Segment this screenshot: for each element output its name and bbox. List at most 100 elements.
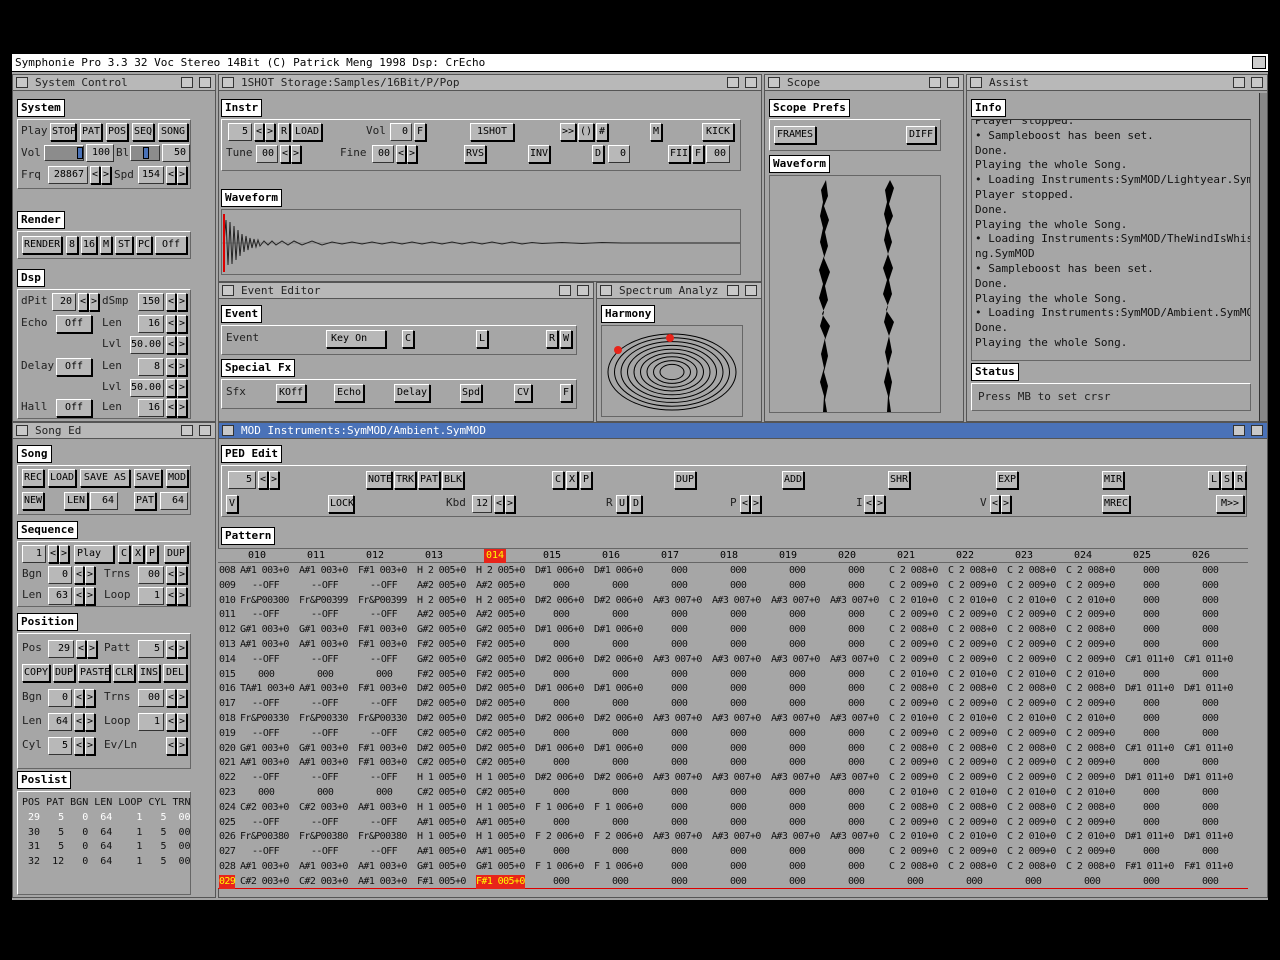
pattern-cell[interactable]: 000 xyxy=(671,608,688,623)
pattern-cell[interactable]: C#2 003+0 xyxy=(240,875,289,889)
pattern-cell[interactable]: 000 xyxy=(1202,594,1219,609)
depth-icon[interactable] xyxy=(745,77,757,88)
koff-button[interactable]: KOff xyxy=(276,384,306,402)
pattern-cell[interactable]: 000 xyxy=(730,564,747,579)
spd-left-arrow[interactable]: < xyxy=(166,166,176,184)
pos-loop-value[interactable]: 1 xyxy=(138,713,164,731)
pattern-cell[interactable]: 000 xyxy=(553,697,570,712)
pattern-cell[interactable]: 000 xyxy=(789,786,806,801)
zoom-icon[interactable] xyxy=(1233,77,1245,88)
pattern-cell[interactable]: G#1 005+0 xyxy=(417,860,466,875)
ped-l-button[interactable]: L xyxy=(1208,471,1220,489)
close-icon[interactable] xyxy=(16,77,28,88)
pattern-cell[interactable]: D#2 006+0 xyxy=(535,653,584,668)
track-header[interactable]: 020 xyxy=(838,549,856,563)
hall-len-left[interactable]: < xyxy=(166,399,176,417)
cyl-right-arrow[interactable]: > xyxy=(85,737,95,755)
pattern-cell[interactable]: A#1 003+0 xyxy=(358,875,407,889)
pattern-cell[interactable]: Fr&P00380 xyxy=(299,830,348,845)
pattern-cell[interactable]: D#1 006+0 xyxy=(594,742,643,757)
pattern-cell[interactable]: F#1 005+0 xyxy=(417,875,466,889)
pattern-cell[interactable]: F#2 005+0 xyxy=(476,668,525,683)
window-title[interactable]: 1SHOT Storage:Samples/16Bit/P/Pop xyxy=(219,75,761,91)
pattern-cell[interactable]: A#1 003+0 xyxy=(299,860,348,875)
instr-left-arrow[interactable]: < xyxy=(254,123,264,141)
pattern-cell[interactable]: F 1 006+0 xyxy=(535,860,584,875)
pattern-cell[interactable]: Fr&P00330 xyxy=(358,712,407,727)
render-button[interactable]: RENDER xyxy=(22,236,62,254)
pattern-cell[interactable]: C 2 010+0 xyxy=(1066,668,1115,683)
seq-number[interactable]: 1 xyxy=(22,545,46,563)
pattern-cell[interactable]: C 2 009+0 xyxy=(1066,697,1115,712)
pattern-cell[interactable]: C 2 008+0 xyxy=(948,623,997,638)
pattern-cell[interactable]: D#2 006+0 xyxy=(535,712,584,727)
pattern-cell[interactable]: 000 xyxy=(848,668,865,683)
pattern-cell[interactable]: --OFF xyxy=(370,816,398,831)
pattern-cell[interactable]: C 2 009+0 xyxy=(889,816,938,831)
pattern-row[interactable]: 017 --OFF --OFF --OFF D#2 005+0 D#2 005+0 000 0… xyxy=(218,697,1248,712)
pattern-cell[interactable]: C 2 009+0 xyxy=(1007,638,1056,653)
echo-lvl-value[interactable]: 50.00 xyxy=(130,336,164,354)
close-icon[interactable] xyxy=(16,425,28,436)
pattern-cell[interactable]: C#1 011+0 xyxy=(1125,653,1174,668)
track-header[interactable]: 012 xyxy=(366,549,384,563)
pattern-cell[interactable]: 000 xyxy=(730,608,747,623)
pattern-cell[interactable]: 000 xyxy=(848,756,865,771)
pos-button[interactable]: POS xyxy=(106,123,128,141)
render-off-cycle[interactable]: Off xyxy=(155,236,187,254)
pattern-cell[interactable]: 000 xyxy=(730,786,747,801)
pattern-cell[interactable]: D#2 005+0 xyxy=(417,682,466,697)
pattern-cell[interactable]: 000 xyxy=(848,564,865,579)
vol-slider-knob[interactable] xyxy=(77,147,83,159)
track-header[interactable]: 018 xyxy=(720,549,738,563)
mrec-button[interactable]: MREC xyxy=(1102,495,1130,513)
evln-left-arrow[interactable]: < xyxy=(166,737,176,755)
pattern-cell[interactable]: F#2 005+0 xyxy=(417,668,466,683)
pattern-cell[interactable]: --OFF xyxy=(370,697,398,712)
pattern-cell[interactable]: 000 xyxy=(1202,727,1219,742)
delay-len-left[interactable]: < xyxy=(166,358,176,376)
ped-dup-button[interactable]: DUP xyxy=(674,471,696,489)
window-title[interactable]: Assist xyxy=(967,75,1267,91)
save-as-button[interactable]: SAVE AS xyxy=(80,469,130,487)
pattern-cell[interactable]: C 2 008+0 xyxy=(889,860,938,875)
pattern-row[interactable]: 021 A#1 003+0 A#1 003+0 F#1 003+0 C#2 005+0 C… xyxy=(218,756,1248,771)
pattern-cell[interactable]: A#1 003+0 xyxy=(240,756,289,771)
pattern-cell[interactable]: H 1 005+0 xyxy=(476,830,525,845)
delay-lvl-right[interactable]: > xyxy=(177,379,187,397)
pattern-cell[interactable]: 000 xyxy=(789,668,806,683)
pattern-cell[interactable]: A#1 003+0 xyxy=(299,564,348,579)
pattern-cell[interactable]: 000 xyxy=(730,638,747,653)
pattern-cell[interactable]: Fr&P00330 xyxy=(299,712,348,727)
pattern-cell[interactable]: H 1 005+0 xyxy=(417,771,466,786)
zoom-icon[interactable] xyxy=(559,285,571,296)
pattern-cell[interactable]: C 2 008+0 xyxy=(1066,623,1115,638)
pattern-cell[interactable]: C 2 010+0 xyxy=(1007,668,1056,683)
echo-cycle[interactable]: Off xyxy=(56,315,92,333)
bl-value[interactable]: 50 xyxy=(162,144,190,162)
pattern-cell[interactable]: C#2 005+0 xyxy=(476,786,525,801)
pattern-cell[interactable]: D#1 006+0 xyxy=(594,682,643,697)
pattern-cell[interactable]: 000 xyxy=(1202,608,1219,623)
pos-trns-right[interactable]: > xyxy=(177,689,187,707)
pattern-cell[interactable]: --OFF xyxy=(311,727,339,742)
pattern-cell[interactable]: --OFF xyxy=(252,816,280,831)
pattern-cell[interactable]: 000 xyxy=(789,564,806,579)
pattern-cell[interactable]: 000 xyxy=(789,727,806,742)
pattern-cell[interactable]: 000 xyxy=(1202,845,1219,860)
pos-bgn-left[interactable]: < xyxy=(74,689,84,707)
pattern-cell[interactable]: C 2 010+0 xyxy=(1007,712,1056,727)
pattern-cell[interactable]: --OFF xyxy=(252,653,280,668)
pattern-cell[interactable]: A#3 007+0 xyxy=(712,594,761,609)
delay-fx-button[interactable]: Delay xyxy=(394,384,430,402)
pattern-cell[interactable]: 000 xyxy=(1143,786,1160,801)
zoom-icon[interactable] xyxy=(727,285,739,296)
pattern-cell[interactable]: 000 xyxy=(789,860,806,875)
pattern-cell[interactable]: --OFF xyxy=(252,697,280,712)
pattern-cell[interactable]: F 2 006+0 xyxy=(535,830,584,845)
trk-button[interactable]: TRK xyxy=(394,471,416,489)
frames-button[interactable]: FRAMES xyxy=(774,126,816,144)
instr-f-button[interactable]: F xyxy=(414,123,426,141)
kbd-right-arrow[interactable]: > xyxy=(505,495,515,513)
pattern-cell[interactable]: F 1 006+0 xyxy=(594,801,643,816)
